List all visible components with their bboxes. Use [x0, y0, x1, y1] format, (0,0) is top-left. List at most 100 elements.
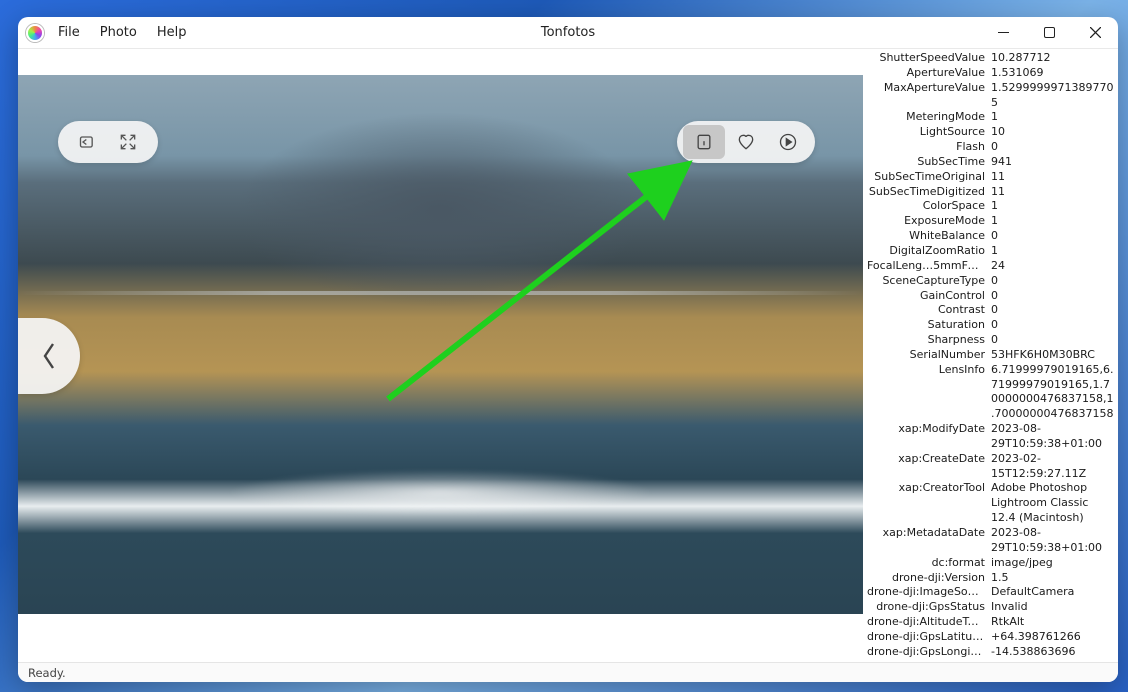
metadata-value: 1.531069	[991, 66, 1114, 81]
metadata-value: 10.287712	[991, 51, 1114, 66]
metadata-key: drone-dji:Version	[867, 571, 985, 586]
metadata-row: drone-dji:A…luteAltitude +308.180	[867, 660, 1114, 662]
chevron-left-icon	[41, 342, 57, 370]
metadata-row: xap:CreateDate2023-02-15T12:59:27.11Z	[867, 452, 1114, 482]
maximize-button[interactable]	[1026, 17, 1072, 48]
main-menu: File Photo Help	[50, 21, 195, 44]
metadata-value: 6.71999979019165,6.71999979019165,1.7000…	[991, 363, 1114, 422]
metadata-key: MeteringMode	[867, 110, 985, 125]
play-button[interactable]	[767, 125, 809, 159]
metadata-panel[interactable]: ShutterSpeedValue 10.287712 ApertureValue 1…	[863, 49, 1118, 662]
metadata-row: ColorSpace 1	[867, 199, 1114, 214]
metadata-key: xap:CreateDate	[867, 452, 985, 482]
metadata-key: Contrast	[867, 303, 985, 318]
metadata-value: 0	[991, 140, 1114, 155]
menu-help[interactable]: Help	[149, 21, 195, 44]
menu-photo[interactable]: Photo	[92, 21, 145, 44]
metadata-key: drone-dji:AltitudeType	[867, 615, 985, 630]
metadata-key: Flash	[867, 140, 985, 155]
back-button[interactable]	[68, 127, 108, 157]
metadata-value: 1.5	[991, 571, 1114, 586]
photo-decoration	[187, 452, 694, 533]
metadata-row: SubSecTimeDigitized 11	[867, 185, 1114, 200]
minimize-button[interactable]	[980, 17, 1026, 48]
metadata-value: 0	[991, 303, 1114, 318]
metadata-row: xap:ModifyDate2023-08-29T10:59:38+01:00	[867, 422, 1114, 452]
metadata-key: xap:ModifyDate	[867, 422, 985, 452]
metadata-key: GainControl	[867, 289, 985, 304]
metadata-row: drone-dji:GpsStatusInvalid	[867, 600, 1114, 615]
metadata-value: 1.52999999713897705	[991, 81, 1114, 111]
metadata-key: ColorSpace	[867, 199, 985, 214]
window-controls	[980, 17, 1118, 48]
metadata-row: drone-dji:GpsLongitude -14.538863696	[867, 645, 1114, 660]
metadata-row: drone-dji:Version 1.5	[867, 571, 1114, 586]
metadata-key: SubSecTimeDigitized	[867, 185, 985, 200]
metadata-row: GainControl 0	[867, 289, 1114, 304]
favorite-button[interactable]	[725, 125, 767, 159]
metadata-value: -14.538863696	[991, 645, 1114, 660]
metadata-key: ExposureMode	[867, 214, 985, 229]
metadata-value: 1	[991, 110, 1114, 125]
menu-file[interactable]: File	[50, 21, 88, 44]
close-button[interactable]	[1072, 17, 1118, 48]
metadata-value: 0	[991, 289, 1114, 304]
metadata-key: xap:MetadataDate	[867, 526, 985, 556]
metadata-key: MaxApertureValue	[867, 81, 985, 111]
metadata-value: 941	[991, 155, 1114, 170]
metadata-value: 0	[991, 318, 1114, 333]
metadata-row: LensInfo6.71999979019165,6.7199997901916…	[867, 363, 1114, 422]
metadata-key: Saturation	[867, 318, 985, 333]
app-icon	[26, 24, 44, 42]
info-button[interactable]	[683, 125, 725, 159]
metadata-value: Adobe Photoshop Lightroom Classic 12.4 (…	[991, 481, 1114, 526]
metadata-value: 2023-08-29T10:59:38+01:00	[991, 422, 1114, 452]
play-icon	[778, 132, 798, 152]
metadata-value: 1	[991, 244, 1114, 259]
overlay-left-group	[58, 121, 158, 163]
metadata-key: drone-dji:GpsLatitude	[867, 630, 985, 645]
metadata-value: 0	[991, 274, 1114, 289]
metadata-row: xap:CreatorToolAdobe Photoshop Lightroom…	[867, 481, 1114, 526]
metadata-key: drone-dji:A…luteAltitude	[867, 660, 985, 662]
fullscreen-button[interactable]	[108, 127, 148, 157]
metadata-value: Invalid	[991, 600, 1114, 615]
metadata-row: SerialNumber53HFK6H0M30BRC	[867, 348, 1114, 363]
metadata-value: 2023-08-29T10:59:38+01:00	[991, 526, 1114, 556]
image-viewer	[18, 49, 863, 662]
metadata-row: ShutterSpeedValue 10.287712	[867, 51, 1114, 66]
metadata-value: 2023-02-15T12:59:27.11Z	[991, 452, 1114, 482]
metadata-row: xap:MetadataDate2023-08-29T10:59:38+01:0…	[867, 526, 1114, 556]
metadata-row: drone-dji:GpsLatitude+64.398761266	[867, 630, 1114, 645]
metadata-value: 1	[991, 199, 1114, 214]
metadata-value: image/jpeg	[991, 556, 1114, 571]
metadata-value: 1	[991, 214, 1114, 229]
metadata-row: Contrast 0	[867, 303, 1114, 318]
content-area: ShutterSpeedValue 10.287712 ApertureValue 1…	[18, 49, 1118, 662]
metadata-value: 11	[991, 185, 1114, 200]
metadata-row: Flash 0	[867, 140, 1114, 155]
metadata-row: drone-dji:AltitudeType RtkAlt	[867, 615, 1114, 630]
metadata-row: LightSource10	[867, 125, 1114, 140]
metadata-row: SceneCaptureType0	[867, 274, 1114, 289]
metadata-value: RtkAlt	[991, 615, 1114, 630]
metadata-row: ApertureValue 1.531069	[867, 66, 1114, 81]
metadata-key: ShutterSpeedValue	[867, 51, 985, 66]
metadata-value: 11	[991, 170, 1114, 185]
metadata-row: DigitalZoomRatio 1	[867, 244, 1114, 259]
metadata-key: FocalLeng…5mmFormat	[867, 259, 985, 274]
metadata-key: ApertureValue	[867, 66, 985, 81]
metadata-key: SubSecTime	[867, 155, 985, 170]
metadata-value: 0	[991, 333, 1114, 348]
metadata-value: +308.180	[991, 660, 1114, 662]
metadata-key: drone-dji:GpsLongitude	[867, 645, 985, 660]
metadata-key: WhiteBalance	[867, 229, 985, 244]
metadata-row: drone-dji:ImageSourceDefaultCamera	[867, 585, 1114, 600]
metadata-key: DigitalZoomRatio	[867, 244, 985, 259]
metadata-key: LightSource	[867, 125, 985, 140]
metadata-key: dc:format	[867, 556, 985, 571]
metadata-row: Saturation 0	[867, 318, 1114, 333]
metadata-row: SubSecTimeOriginal11	[867, 170, 1114, 185]
metadata-value: 24	[991, 259, 1114, 274]
metadata-row: WhiteBalance0	[867, 229, 1114, 244]
